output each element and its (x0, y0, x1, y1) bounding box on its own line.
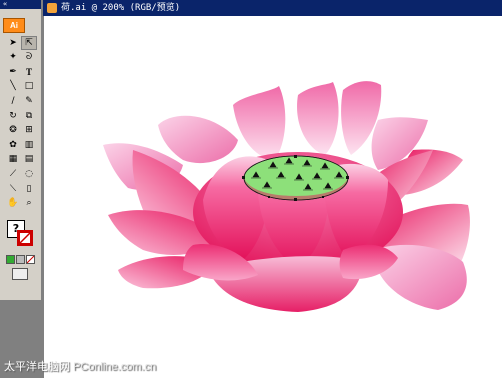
selection-tool-icon[interactable]: ➤ (6, 37, 20, 49)
illustrator-logo: Ai (3, 18, 25, 33)
eraser-tool-icon[interactable]: ▯ (22, 183, 36, 195)
gradient-mode-button[interactable] (16, 255, 25, 264)
line-tool-icon[interactable]: ╲ (6, 80, 20, 92)
tools-panel: « Ai ➤ ⇱ ✦ ᘐ ✒ T ╲ □ ∕ ✎ ↻ ⧉ ❂ ⊞ ✿ ▥ ▦ ▤… (0, 0, 42, 300)
color-mode-button[interactable] (6, 255, 15, 264)
back-petal-left[interactable] (158, 115, 238, 164)
scale-tool-icon[interactable]: ⧉ (22, 110, 36, 122)
pen-tool-icon[interactable]: ✒ (6, 66, 20, 78)
symbol-sprayer-tool-icon[interactable]: ✿ (6, 139, 20, 151)
lasso-tool-icon[interactable]: ᘐ (22, 51, 36, 63)
watermark-cn: 太平洋电脑网 (4, 361, 70, 373)
fill-stroke-control[interactable]: ? (5, 218, 37, 254)
zoom-tool-icon[interactable]: ⌕ (22, 197, 36, 209)
gradient-tool-icon[interactable]: ▤ (22, 153, 36, 165)
hand-tool-icon[interactable]: ✋ (6, 197, 20, 209)
lotus-flower[interactable] (103, 81, 470, 312)
column-graph-tool-icon[interactable]: ▥ (22, 139, 36, 151)
type-tool-icon[interactable]: T (22, 66, 36, 78)
none-icon (27, 256, 34, 263)
rectangle-tool-icon[interactable]: □ (22, 80, 36, 92)
artboard[interactable] (43, 0, 502, 378)
paintbrush-tool-icon[interactable]: ∕ (6, 95, 20, 107)
document-window: 荷.ai @ 200% (RGB/预览) (43, 0, 502, 378)
free-transform-tool-icon[interactable]: ⊞ (22, 124, 36, 136)
warp-tool-icon[interactable]: ❂ (6, 124, 20, 136)
site-watermark: 太平洋电脑网 PConline.com.cn (4, 358, 156, 374)
none-mode-button[interactable] (26, 255, 35, 264)
stroke-swatch[interactable] (17, 230, 33, 246)
direct-selection-tool-icon[interactable]: ⇱ (21, 36, 37, 50)
pencil-tool-icon[interactable]: ✎ (22, 95, 36, 107)
blend-tool-icon[interactable]: ◌ (22, 168, 36, 180)
eyedropper-tool-icon[interactable]: ⟋ (6, 168, 20, 180)
panel-collapse-button[interactable]: « (0, 0, 41, 9)
slice-tool-icon[interactable]: ⟍ (6, 183, 20, 195)
screen-mode-button[interactable] (12, 268, 28, 280)
window-divider (43, 16, 44, 378)
magic-wand-tool-icon[interactable]: ✦ (6, 51, 20, 63)
watermark-en: PConline.com.cn (73, 361, 157, 373)
rotate-tool-icon[interactable]: ↻ (6, 110, 20, 122)
back-petal-left-top[interactable] (233, 86, 286, 160)
mesh-tool-icon[interactable]: ▦ (6, 153, 20, 165)
back-petal-top-center[interactable] (297, 82, 339, 155)
none-slash-icon (20, 233, 30, 243)
